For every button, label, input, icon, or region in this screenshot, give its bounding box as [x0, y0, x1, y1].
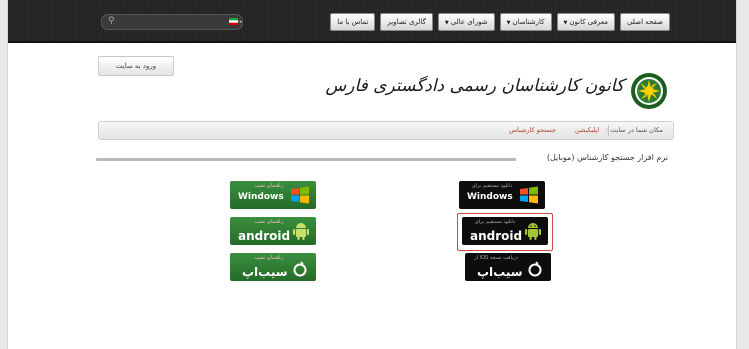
site-logo[interactable]: کانون کارشناسان رسمی دادگستری فارس — [326, 70, 676, 112]
android-icon — [293, 223, 309, 240]
guide-android-label: android — [238, 229, 291, 243]
windows-icon — [291, 186, 309, 204]
chevron-down-icon: ▼ — [444, 20, 449, 26]
nav-home-label: صفحه اصلی — [626, 18, 663, 26]
download-windows-sub: دانلود مستقیم برای — [471, 183, 512, 189]
chevron-down-icon: ▼ — [506, 20, 511, 26]
breadcrumb-item-app[interactable]: اپلیکیشن — [575, 122, 599, 139]
breadcrumb-divider — [608, 125, 609, 136]
login-button[interactable]: ورود به سایت — [98, 56, 174, 76]
guide-android-sub: راهنمای نصب — [254, 219, 283, 225]
download-windows-label: Windows — [467, 192, 513, 202]
download-ios-sibapp-button[interactable]: دریافت نسخه iOS از سیب‌اپ — [465, 253, 551, 281]
nav-about[interactable]: معرفی کانون▼ — [556, 13, 615, 31]
nav-home[interactable]: صفحه اصلی — [619, 13, 670, 31]
sibapp-icon — [293, 261, 307, 277]
top-navigation-bar: ⚲ صفحه اصلی معرفی کانون▼ کارشناسان▼ شورا… — [8, 0, 736, 43]
guide-ios-sub: راهنمای نصب — [254, 255, 283, 261]
nav-experts-label: کارشناسان — [512, 18, 545, 26]
breadcrumb-item-search[interactable]: جستجو کارشناس — [509, 122, 556, 139]
windows-icon — [520, 186, 538, 204]
search-box[interactable]: ⚲ — [101, 14, 243, 30]
android-selection-highlight — [457, 213, 553, 251]
sibapp-icon — [528, 261, 542, 277]
nav-council-label: شورای عالی — [450, 18, 488, 26]
chevron-down-icon: ▼ — [563, 20, 568, 26]
nav-experts[interactable]: کارشناسان▼ — [499, 13, 552, 31]
guide-windows-label: Windows — [238, 192, 284, 202]
logo-title: کانون کارشناسان رسمی دادگستری فارس — [325, 76, 625, 96]
nav-gallery-label: گالری تصاویر — [387, 18, 426, 26]
nav-about-label: معرفی کانون — [569, 18, 608, 26]
section-title: نرم افزار جستجو کارشناس (موبایل) — [546, 153, 668, 162]
section-divider — [96, 158, 516, 161]
guide-windows-button[interactable]: راهنمای نصب Windows — [230, 181, 316, 209]
breadcrumb: مکان شما در سایت : اپلیکیشن جستجو کارشنا… — [98, 121, 674, 140]
breadcrumb-label: مکان شما در سایت : — [605, 126, 663, 134]
nav-contact[interactable]: تماس با ما — [330, 13, 376, 31]
download-ios-label: سیب‌اپ — [477, 265, 523, 279]
nav-contact-label: تماس با ما — [337, 18, 369, 26]
search-icon[interactable]: ⚲ — [108, 16, 115, 26]
nav-council[interactable]: شورای عالی▼ — [437, 13, 495, 31]
nav-gallery[interactable]: گالری تصاویر — [380, 13, 433, 31]
guide-ios-label: سیب‌اپ — [242, 265, 288, 279]
download-ios-sub: دریافت نسخه iOS از — [474, 255, 518, 261]
main-menu: صفحه اصلی معرفی کانون▼ کارشناسان▼ شورای … — [330, 13, 670, 31]
guide-ios-sibapp-button[interactable]: راهنمای نصب سیب‌اپ — [230, 253, 316, 281]
download-windows-button[interactable]: دانلود مستقیم برای Windows — [459, 181, 545, 209]
emblem-icon — [631, 73, 667, 109]
page: ⚲ صفحه اصلی معرفی کانون▼ کارشناسان▼ شورا… — [7, 0, 737, 349]
flag-icon[interactable] — [227, 15, 243, 29]
guide-windows-sub: راهنمای نصب — [254, 183, 283, 189]
guide-android-button[interactable]: راهنمای نصب android — [230, 217, 316, 245]
